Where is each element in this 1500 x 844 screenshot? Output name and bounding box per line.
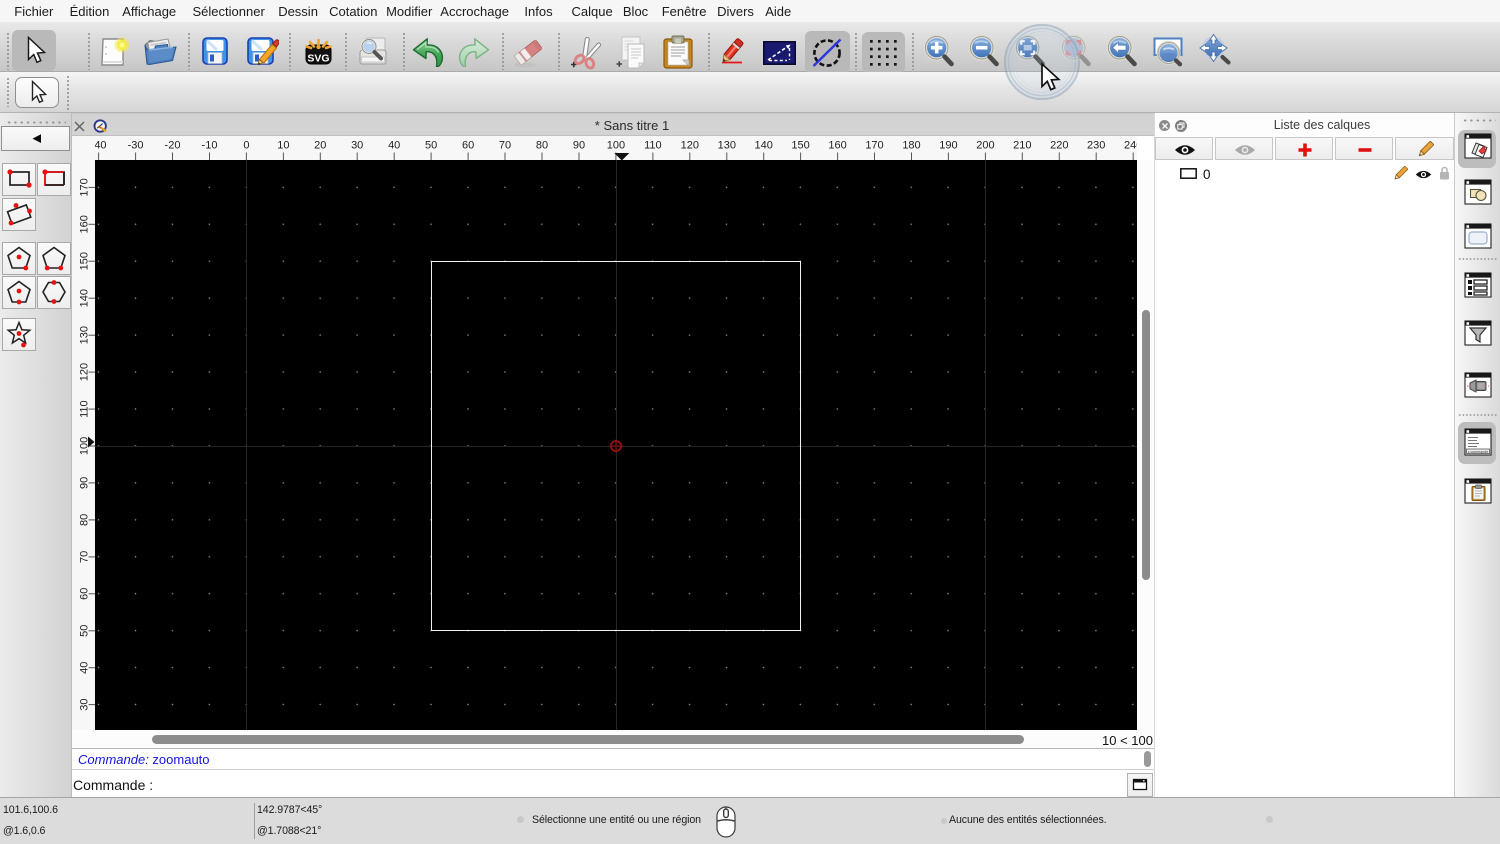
svg-text:-40: -40: [95, 140, 107, 152]
svg-text:40: 40: [388, 140, 400, 152]
svg-text:90: 90: [78, 477, 90, 489]
svg-text:80: 80: [78, 514, 90, 526]
svg-text:100: 100: [607, 140, 625, 152]
svg-text:170: 170: [865, 140, 883, 152]
svg-text:170: 170: [78, 178, 90, 196]
svg-text:10: 10: [277, 140, 289, 152]
svg-text:190: 190: [939, 140, 957, 152]
svg-text:130: 130: [78, 326, 90, 344]
svg-text:30: 30: [351, 140, 363, 152]
svg-text:60: 60: [78, 588, 90, 600]
svg-text:-10: -10: [202, 140, 218, 152]
svg-text:70: 70: [499, 140, 511, 152]
svg-text:180: 180: [902, 140, 920, 152]
svg-text:120: 120: [78, 363, 90, 381]
svg-text:210: 210: [1013, 140, 1031, 152]
svg-text:110: 110: [78, 400, 90, 418]
svg-text:-30: -30: [128, 140, 144, 152]
svg-text:70: 70: [78, 551, 90, 563]
svg-text:200: 200: [976, 140, 994, 152]
svg-text:130: 130: [718, 140, 736, 152]
svg-text:120: 120: [681, 140, 699, 152]
svg-text:140: 140: [78, 289, 90, 307]
svg-text:SVG: SVG: [307, 53, 329, 65]
svg-text:60: 60: [462, 140, 474, 152]
svg-text:140: 140: [755, 140, 773, 152]
svg-text:110: 110: [644, 140, 662, 152]
svg-text:50: 50: [425, 140, 437, 152]
svg-text:160: 160: [78, 215, 90, 233]
svg-text:160: 160: [828, 140, 846, 152]
svg-text:220: 220: [1050, 140, 1068, 152]
svg-text:80: 80: [536, 140, 548, 152]
svg-text:90: 90: [573, 140, 585, 152]
svg-text:150: 150: [78, 252, 90, 270]
svg-text:40: 40: [78, 662, 90, 674]
svg-text:50: 50: [78, 625, 90, 637]
svg-text:230: 230: [1087, 140, 1105, 152]
svg-text:20: 20: [314, 140, 326, 152]
svg-text:150: 150: [791, 140, 809, 152]
svg-text:240: 240: [1124, 140, 1137, 152]
svg-text:-20: -20: [165, 140, 181, 152]
svg-text:c commande: c commande: [1468, 450, 1489, 454]
svg-text:30: 30: [78, 698, 90, 710]
svg-text:0: 0: [243, 140, 249, 152]
